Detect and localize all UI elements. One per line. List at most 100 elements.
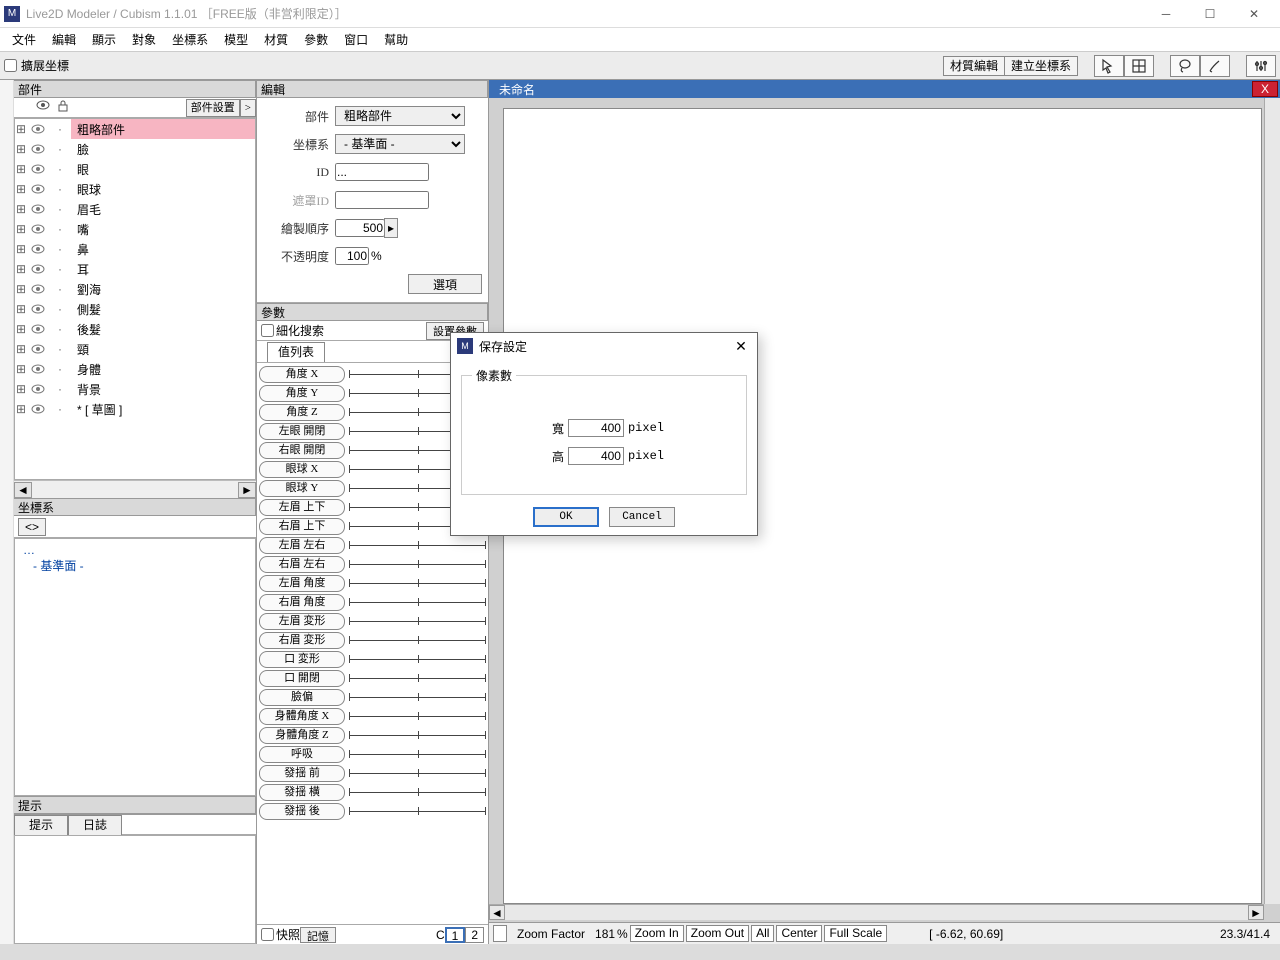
- param-slider[interactable]: [349, 710, 486, 724]
- param-name-button[interactable]: 左眉 角度: [259, 575, 345, 592]
- param-slider[interactable]: [349, 615, 486, 629]
- param-slider[interactable]: [349, 748, 486, 762]
- arrow-tool-icon[interactable]: [1094, 55, 1124, 77]
- param-name-button[interactable]: 右眉 変形: [259, 632, 345, 649]
- zoom-fullscale-button[interactable]: Full Scale: [824, 925, 887, 942]
- tree-expand-icon[interactable]: ⊞: [15, 362, 27, 376]
- menu-file[interactable]: 文件: [8, 29, 40, 50]
- visibility-eye-icon[interactable]: [27, 264, 49, 274]
- lock-dot-icon[interactable]: ·: [49, 202, 71, 216]
- param-slider[interactable]: [349, 596, 486, 610]
- visibility-eye-icon[interactable]: [27, 184, 49, 194]
- document-tab[interactable]: 未命名 X: [489, 80, 1280, 98]
- visibility-eye-icon[interactable]: [27, 364, 49, 374]
- visibility-eye-icon[interactable]: [27, 324, 49, 334]
- refine-search-input[interactable]: [261, 324, 274, 337]
- param-slider[interactable]: [349, 729, 486, 743]
- tree-expand-icon[interactable]: ⊞: [15, 322, 27, 336]
- param-row[interactable]: 口 変形: [259, 650, 486, 669]
- part-row[interactable]: ⊞·粗略部件: [15, 119, 255, 139]
- visibility-eye-icon[interactable]: [27, 224, 49, 234]
- param-row[interactable]: 左眉 左右: [259, 536, 486, 555]
- canvas-hscroll[interactable]: ◄►: [489, 904, 1264, 920]
- edit-opacity-input[interactable]: [335, 247, 369, 265]
- part-row[interactable]: ⊞·身體: [15, 359, 255, 379]
- param-name-button[interactable]: 身體角度 Z: [259, 727, 345, 744]
- build-coord-button[interactable]: 建立坐標系: [1004, 56, 1078, 76]
- param-slider[interactable]: [349, 653, 486, 667]
- param-slider[interactable]: [349, 767, 486, 781]
- part-row[interactable]: ⊞·嘴: [15, 219, 255, 239]
- edit-coord-select[interactable]: - 基準面 -: [335, 134, 465, 154]
- param-row[interactable]: 右眉 変形: [259, 631, 486, 650]
- part-row[interactable]: ⊞·背景: [15, 379, 255, 399]
- lock-dot-icon[interactable]: ·: [49, 282, 71, 296]
- tree-expand-icon[interactable]: ⊞: [15, 182, 27, 196]
- param-slider[interactable]: [349, 539, 486, 553]
- lasso-tool-icon[interactable]: [1170, 55, 1200, 77]
- lock-dot-icon[interactable]: ·: [49, 382, 71, 396]
- coord-line-base[interactable]: - 基準面 -: [23, 557, 247, 574]
- part-row[interactable]: ⊞·頸: [15, 339, 255, 359]
- memory-button[interactable]: 記憶: [300, 927, 336, 943]
- param-row[interactable]: 右眉 角度: [259, 593, 486, 612]
- tree-expand-icon[interactable]: ⊞: [15, 282, 27, 296]
- height-input[interactable]: [568, 447, 624, 465]
- param-name-button[interactable]: 左眉 上下: [259, 499, 345, 516]
- page-2-button[interactable]: 2: [465, 927, 484, 943]
- edit-order-input[interactable]: [335, 219, 385, 237]
- tree-expand-icon[interactable]: ⊞: [15, 222, 27, 236]
- tree-expand-icon[interactable]: ⊞: [15, 142, 27, 156]
- param-name-button[interactable]: 眼球 Y: [259, 480, 345, 497]
- part-row[interactable]: ⊞·眼球: [15, 179, 255, 199]
- param-slider[interactable]: [349, 558, 486, 572]
- visibility-eye-icon[interactable]: [27, 144, 49, 154]
- param-name-button[interactable]: 角度 Y: [259, 385, 345, 402]
- param-name-button[interactable]: 發揺 前: [259, 765, 345, 782]
- tree-expand-icon[interactable]: ⊞: [15, 122, 27, 136]
- part-row[interactable]: ⊞·* [ 草圖 ]: [15, 399, 255, 419]
- menu-window[interactable]: 窗口: [340, 29, 372, 50]
- tree-expand-icon[interactable]: ⊞: [15, 402, 27, 416]
- lock-dot-icon[interactable]: ·: [49, 302, 71, 316]
- coord-line-1[interactable]: …: [23, 543, 247, 557]
- param-row[interactable]: 身體角度 Z: [259, 726, 486, 745]
- refine-search-checkbox[interactable]: 細化搜索: [261, 322, 324, 339]
- tree-expand-icon[interactable]: ⊞: [15, 382, 27, 396]
- menu-help[interactable]: 幫助: [380, 29, 412, 50]
- part-row[interactable]: ⊞·耳: [15, 259, 255, 279]
- dialog-close-button[interactable]: ✕: [731, 338, 751, 355]
- tree-expand-icon[interactable]: ⊞: [15, 162, 27, 176]
- sliders-tool-icon[interactable]: [1246, 55, 1276, 77]
- tree-expand-icon[interactable]: ⊞: [15, 242, 27, 256]
- lock-dot-icon[interactable]: ·: [49, 262, 71, 276]
- document-close-button[interactable]: X: [1252, 81, 1278, 97]
- menu-coord[interactable]: 坐標系: [168, 29, 212, 50]
- param-name-button[interactable]: 眼球 X: [259, 461, 345, 478]
- part-row[interactable]: ⊞·眉毛: [15, 199, 255, 219]
- param-name-button[interactable]: 發揺 後: [259, 803, 345, 820]
- lock-dot-icon[interactable]: ·: [49, 162, 71, 176]
- param-name-button[interactable]: 臉偏: [259, 689, 345, 706]
- param-row[interactable]: 左眉 変形: [259, 612, 486, 631]
- param-slider[interactable]: [349, 786, 486, 800]
- visibility-eye-icon[interactable]: [27, 344, 49, 354]
- visibility-eye-icon[interactable]: [27, 124, 49, 134]
- param-name-button[interactable]: 口 開閉: [259, 670, 345, 687]
- zoom-out-button[interactable]: Zoom Out: [686, 925, 749, 942]
- param-name-button[interactable]: 呼吸: [259, 746, 345, 763]
- part-row[interactable]: ⊞·後髮: [15, 319, 255, 339]
- expand-coord-checkbox[interactable]: 擴展坐標: [4, 57, 69, 74]
- menu-model[interactable]: 模型: [220, 29, 252, 50]
- edit-id-input[interactable]: [335, 163, 429, 181]
- param-name-button[interactable]: 左眼 開閉: [259, 423, 345, 440]
- lock-dot-icon[interactable]: ·: [49, 242, 71, 256]
- param-row[interactable]: 左眉 角度: [259, 574, 486, 593]
- param-slider[interactable]: [349, 691, 486, 705]
- tree-expand-icon[interactable]: ⊞: [15, 262, 27, 276]
- lock-dot-icon[interactable]: ·: [49, 142, 71, 156]
- coord-tree[interactable]: … - 基準面 -: [14, 538, 256, 796]
- zoom-in-button[interactable]: Zoom In: [630, 925, 684, 942]
- visibility-eye-icon[interactable]: [27, 244, 49, 254]
- menu-view[interactable]: 顯示: [88, 29, 120, 50]
